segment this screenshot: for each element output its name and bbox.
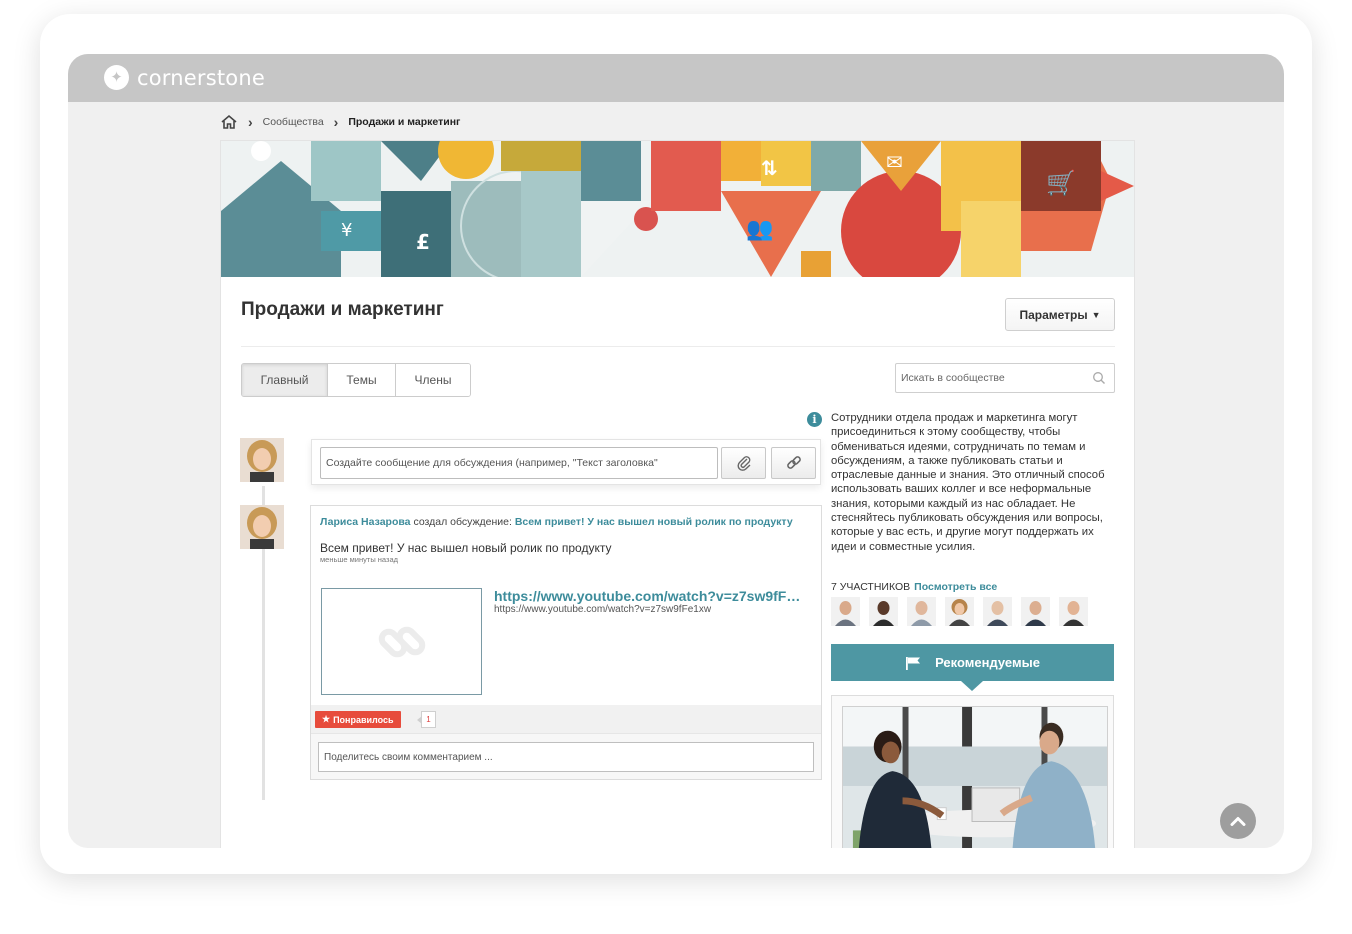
members-summary: 7 УЧАСТНИКОВ Посмотреть все	[831, 581, 997, 593]
breadcrumb: › Сообщества › Продажи и маркетинг	[220, 112, 460, 132]
scroll-to-top-button[interactable]	[1220, 803, 1256, 839]
community-banner-image: ¥ £ ⇅ ✉ 🛒 👥	[221, 141, 1134, 277]
star-icon: ★	[322, 714, 331, 724]
link-button[interactable]	[771, 447, 816, 479]
link-icon	[786, 456, 801, 469]
paperclip-icon	[736, 456, 750, 471]
post-author-link[interactable]: Лариса Назарова	[320, 516, 411, 528]
page-title: Продажи и маркетинг	[241, 299, 444, 320]
member-avatars	[831, 597, 1097, 626]
post-body: Всем привет! У нас вышел новый ролик по …	[320, 541, 612, 555]
featured-header: Рекомендуемые	[831, 644, 1114, 691]
tab-main[interactable]: Главный	[242, 364, 328, 396]
breadcrumb-communities[interactable]: Сообщества	[263, 116, 324, 128]
featured-content	[831, 695, 1114, 848]
logo-text: cornerstone	[137, 65, 265, 90]
link-placeholder-icon	[378, 626, 425, 657]
community-description: Сотрудники отдела продаж и маркетинга мо…	[831, 412, 1105, 553]
flag-icon	[906, 656, 921, 670]
breadcrumb-current: Продажи и маркетинг	[348, 116, 461, 128]
svg-text:👥: 👥	[746, 217, 773, 242]
view-all-members-link[interactable]: Посмотреть все	[914, 581, 997, 593]
members-count: 7 УЧАСТНИКОВ	[831, 581, 911, 593]
like-count-badge: 1	[417, 711, 436, 728]
top-bar: ✦ cornerstone	[68, 54, 1284, 102]
search-icon[interactable]	[1092, 371, 1106, 385]
svg-text:£: £	[416, 230, 430, 254]
like-button-label: Понравилось	[333, 714, 394, 725]
svg-text:⇅: ⇅	[761, 156, 778, 180]
member-avatar[interactable]	[869, 597, 898, 626]
app-window: ✦ cornerstone › Сообщества › Продажи и м…	[68, 54, 1284, 848]
member-avatar[interactable]	[1021, 597, 1050, 626]
avatar[interactable]	[240, 438, 284, 482]
compose-input[interactable]	[320, 447, 718, 479]
member-avatar[interactable]	[983, 597, 1012, 626]
chevron-up-icon	[1230, 817, 1246, 826]
tab-members[interactable]: Члены	[396, 364, 470, 396]
parameters-button[interactable]: Параметры ▼	[1005, 298, 1115, 331]
info-icon: i	[807, 412, 822, 427]
post-topic-link[interactable]: Всем привет! У нас вышел новый ролик по …	[515, 516, 793, 528]
post-header: Лариса Назарова создал обсуждение: Всем …	[320, 516, 810, 528]
svg-text:🛒: 🛒	[1046, 169, 1076, 197]
logo[interactable]: ✦ cornerstone	[104, 65, 265, 90]
community-page: ¥ £ ⇅ ✉ 🛒 👥 Продажи и маркетинг Параметр…	[220, 140, 1135, 848]
search-input[interactable]	[896, 364, 1086, 392]
community-search	[895, 363, 1115, 393]
caret-down-icon: ▼	[1091, 309, 1101, 320]
link-preview-url: https://www.youtube.com/watch?v=z7sw9fFe…	[494, 604, 712, 615]
member-avatar[interactable]	[945, 597, 974, 626]
attach-button[interactable]	[721, 447, 766, 479]
svg-text:✉: ✉	[886, 150, 903, 174]
tab-topics[interactable]: Темы	[328, 364, 396, 396]
parameters-button-label: Параметры	[1019, 307, 1088, 322]
divider	[241, 346, 1115, 347]
like-bar: ★ Понравилось 1	[311, 705, 821, 733]
like-button[interactable]: ★ Понравилось	[315, 711, 401, 728]
breadcrumb-separator: ›	[248, 114, 253, 130]
comment-area	[311, 733, 821, 779]
member-avatar[interactable]	[907, 597, 936, 626]
avatar[interactable]	[240, 505, 284, 549]
link-preview-title[interactable]: https://www.youtube.com/watch?v=z7sw9fF…	[494, 588, 812, 604]
compose-box	[311, 439, 821, 485]
link-preview-thumbnail[interactable]	[321, 588, 482, 695]
post-timestamp: меньше минуты назад	[320, 555, 399, 564]
member-avatar[interactable]	[1059, 597, 1088, 626]
featured-image[interactable]	[842, 706, 1108, 848]
svg-text:¥: ¥	[341, 220, 352, 241]
member-avatar[interactable]	[831, 597, 860, 626]
discussion-post: Лариса Назарова создал обсуждение: Всем …	[310, 505, 822, 780]
tab-bar: Главный Темы Члены	[241, 363, 471, 397]
featured-title: Рекомендуемые	[935, 655, 1040, 670]
comment-input[interactable]	[318, 742, 814, 772]
cornerstone-logo-icon: ✦	[104, 65, 129, 90]
breadcrumb-separator: ›	[333, 114, 339, 130]
home-icon[interactable]	[220, 114, 238, 130]
post-action-text: создал обсуждение:	[410, 516, 515, 528]
